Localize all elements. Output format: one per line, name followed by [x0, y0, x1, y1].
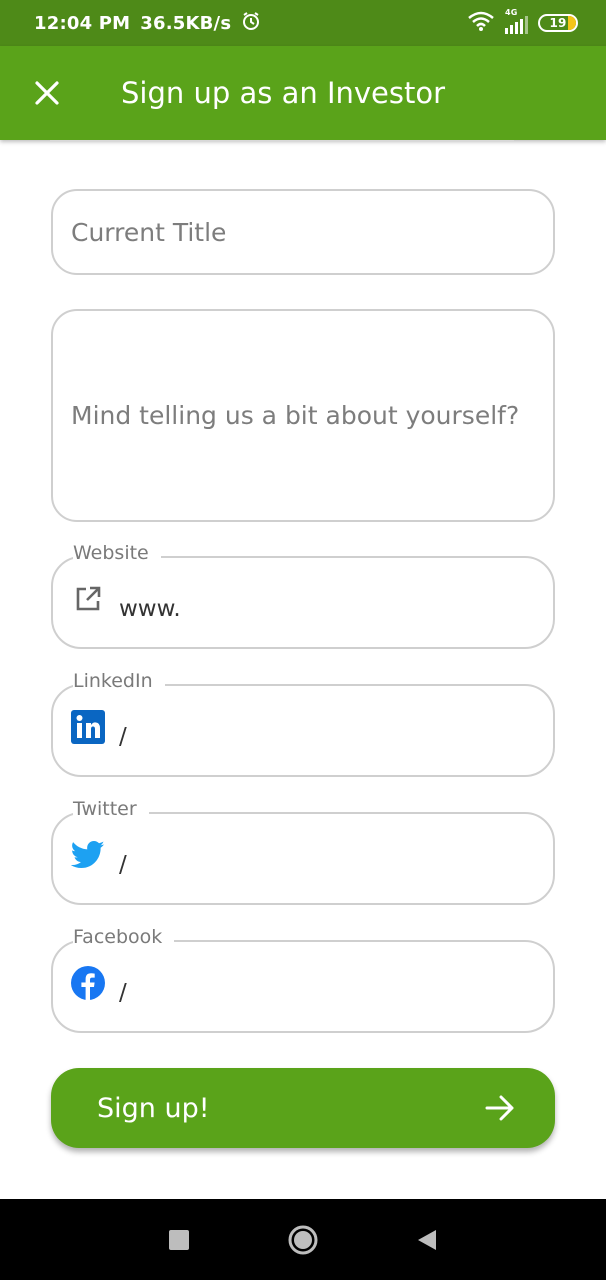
circle-icon — [288, 1225, 318, 1254]
triangle-back-icon — [418, 1229, 436, 1250]
back-button[interactable] — [407, 1220, 447, 1260]
about-placeholder: Mind telling us a bit about yourself? — [71, 401, 520, 430]
current-title-placeholder: Current Title — [71, 217, 227, 247]
twitter-value: / — [119, 852, 127, 878]
linkedin-value: / — [119, 724, 127, 750]
close-icon — [35, 81, 59, 105]
status-time: 12:04 PM — [34, 12, 131, 34]
sign-up-label: Sign up! — [97, 1092, 210, 1124]
about-textarea[interactable]: Mind telling us a bit about yourself? — [51, 309, 555, 522]
close-button[interactable] — [0, 46, 94, 140]
twitter-field[interactable]: Twitter / — [51, 798, 555, 905]
divider — [50, 140, 514, 141]
website-label: Website — [73, 542, 161, 564]
website-field[interactable]: Website www. — [51, 542, 555, 649]
current-title-input[interactable]: Current Title — [51, 189, 555, 275]
page-title: Sign up as an Investor — [121, 76, 446, 110]
status-right: 4G 19 — [467, 0, 578, 46]
signal-icon: 4G — [505, 8, 528, 34]
linkedin-label: LinkedIn — [73, 670, 165, 692]
twitter-label: Twitter — [73, 798, 149, 820]
facebook-label: Facebook — [73, 926, 175, 948]
alarm-icon — [241, 11, 261, 36]
facebook-field[interactable]: Facebook / — [51, 926, 555, 1033]
linkedin-field[interactable]: LinkedIn / — [51, 670, 555, 777]
sign-up-button[interactable]: Sign up! — [51, 1068, 555, 1148]
external-link-icon — [71, 582, 105, 616]
home-button[interactable] — [283, 1220, 323, 1260]
recents-button[interactable] — [159, 1220, 199, 1260]
facebook-icon — [71, 966, 105, 1000]
status-bar: 12:04 PM 36.5KB/s 4G 19 — [0, 0, 606, 46]
system-nav-bar — [0, 1199, 606, 1280]
wifi-icon — [467, 11, 495, 36]
linkedin-icon — [71, 710, 105, 744]
battery-level: 19 — [549, 16, 567, 30]
facebook-value: / — [119, 980, 127, 1006]
status-speed: 36.5KB/s — [140, 12, 232, 34]
network-type: 4G — [505, 8, 518, 17]
square-icon — [169, 1229, 189, 1250]
twitter-icon — [71, 838, 105, 872]
status-left: 12:04 PM 36.5KB/s — [34, 11, 261, 36]
app-bar: Sign up as an Investor — [0, 46, 606, 140]
website-value: www. — [119, 596, 181, 622]
battery-icon: 19 — [538, 14, 578, 32]
arrow-right-icon — [485, 1095, 514, 1121]
